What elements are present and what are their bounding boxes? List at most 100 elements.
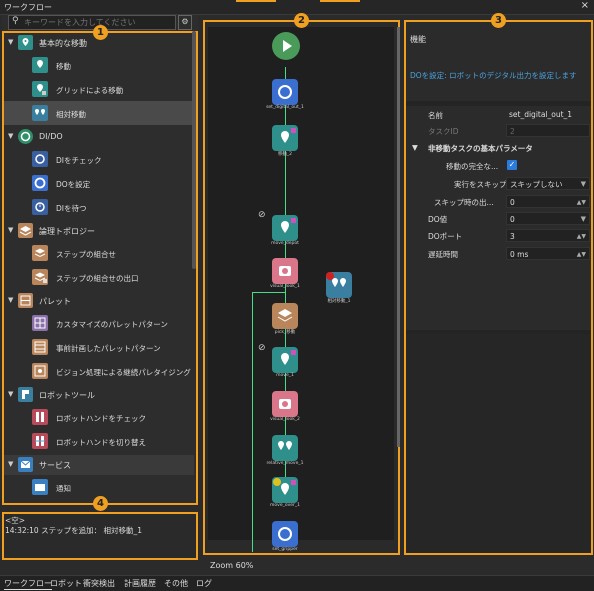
step-item-custom-pallet[interactable]: カスタマイズのパレットパターン [4, 311, 192, 335]
tab-plan-history[interactable]: 計画履歴 [124, 578, 156, 589]
spin-arrows-icon[interactable]: ▲▼ [577, 230, 586, 243]
spin-arrows-icon[interactable]: ▲▼ [577, 196, 586, 209]
flow-connector-loop [252, 292, 286, 293]
link-icon: ⊘ [258, 343, 266, 353]
category-label: サービス [39, 461, 71, 470]
row-skip-execution: 実行をスキップ スキップしない ▼ [406, 177, 591, 192]
category-robot-tools[interactable]: ▼ ロボットツール [4, 385, 194, 405]
category-pallet[interactable]: ▼ パレット [4, 291, 194, 311]
row-section[interactable]: ▼ 非移動タスクの基本パラメータ [406, 141, 591, 156]
log-line: 14:32:10 ステップを追加： 相対移動_1 [5, 526, 142, 535]
window-titlebar: ワークフロー × [0, 0, 594, 15]
step-item-wait-di[interactable]: DIを待つ [4, 195, 192, 219]
row-task-id: タスクID 2 [406, 124, 591, 139]
node-label: 移動_2 [277, 152, 293, 157]
step-item-move[interactable]: 移動 [4, 53, 192, 77]
category-logic-topology[interactable]: ▼ 論理トポロジー [4, 221, 194, 241]
step-item-label: ロボットハンドを切り替え [56, 438, 146, 447]
io-circle-icon [18, 129, 33, 144]
close-icon[interactable]: × [581, 0, 589, 11]
step-item-preplanned-pallet[interactable]: 事前計画したパレットパターン [4, 335, 192, 359]
annotation-badge-3: 3 [491, 13, 506, 28]
category-service[interactable]: ▼ サービス [4, 455, 194, 475]
filter-settings-button[interactable]: ⚙ [178, 15, 192, 30]
workflow-node-move-depot[interactable] [272, 215, 298, 241]
delay-spinbox[interactable]: 0 ms ▲▼ [506, 247, 590, 260]
field-label: スキップ時の出... [434, 198, 494, 207]
tab-log[interactable]: ログ [196, 578, 212, 589]
do-value-select[interactable]: 0 ▼ [506, 212, 590, 225]
workflow-node-set-gripper[interactable] [272, 521, 298, 547]
workflow-node-pick[interactable] [272, 303, 298, 329]
canvas-scrollbar[interactable] [397, 27, 400, 447]
row-move-complete: 移動の完全な... ✓ [406, 159, 591, 174]
bottom-tab-bar: ワークフロー ロボット 衝突検出 計画履歴 その他 ログ [0, 575, 594, 591]
step-item-relative-move[interactable]: 相対移動 [4, 101, 192, 125]
workflow-node-move-1[interactable] [272, 347, 298, 373]
node-label: pick_移動 [274, 330, 296, 335]
tab-other[interactable]: その他 [164, 578, 188, 589]
workflow-node-visual-look[interactable] [272, 258, 298, 284]
step-item-switch-hand[interactable]: ロボットハンドを切り替え [4, 429, 192, 453]
node-label: set_digital_out_1 [266, 105, 304, 110]
node-label: 相対移動_1 [327, 299, 351, 304]
annotation-badge-2: 2 [294, 13, 309, 28]
workflow-node-set-do[interactable] [272, 79, 298, 105]
expand-arrow-icon[interactable]: ▼ [8, 390, 13, 398]
do-port-spinbox[interactable]: 3 ▲▼ [506, 229, 590, 242]
expand-arrow-icon[interactable]: ▼ [8, 226, 13, 234]
search-box[interactable]: ⚲ [8, 15, 176, 30]
category-dido[interactable]: ▼ DI/DO [4, 127, 194, 147]
chevron-down-icon: ▼ [580, 215, 586, 223]
category-label: DI/DO [39, 132, 63, 141]
notification-icon [32, 479, 48, 495]
field-label: 移動の完全な... [446, 162, 499, 171]
top-accent-right [320, 0, 360, 2]
expand-arrow-icon[interactable]: ▼ [8, 38, 13, 46]
step-item-check-hand[interactable]: ロボットハンドをチェック [4, 405, 192, 429]
section-arrow-icon[interactable]: ▼ [412, 143, 418, 152]
workflow-canvas[interactable]: set_digital_out_1 移動_2 ⊘ move_depot visu… [208, 27, 394, 552]
step-item-grid-move[interactable]: グリッドによる移動 [4, 77, 192, 101]
step-tree: ▼ 基本的な移動 移動 グリッドによる移動 相対移動 ▼ DI/DO DIをチェ… [2, 31, 198, 505]
expand-arrow-icon[interactable]: ▼ [8, 296, 13, 304]
tab-collision[interactable]: 衝突検出 [83, 578, 115, 589]
skip-exit-spinbox[interactable]: 0 ▲▼ [506, 195, 590, 208]
step-item-step-combo[interactable]: ステップの組合せ [4, 241, 192, 265]
step-item-set-do[interactable]: DOを設定 [4, 171, 192, 195]
layers-icon [32, 245, 48, 261]
start-node[interactable] [272, 32, 300, 60]
workflow-node-relative-move[interactable] [326, 272, 352, 298]
properties-panel: 機能 DOを設定: ロボットのデジタル出力を設定します 名前 set_digit… [404, 20, 593, 555]
step-item-step-combo-exit[interactable]: ステップの組合せの出口 [4, 265, 192, 289]
workflow-node-move[interactable] [272, 125, 298, 151]
task-id-field: 2 [506, 124, 590, 137]
field-label: 遅延時間 [428, 250, 458, 259]
step-item-check-di[interactable]: DIをチェック [4, 147, 192, 171]
tree-scrollbar[interactable] [192, 31, 196, 269]
row-name: 名前 set_digital_out_1 [406, 108, 591, 123]
skip-select[interactable]: スキップしない ▼ [506, 177, 590, 190]
move-complete-checkbox[interactable]: ✓ [507, 160, 517, 170]
robot-tool-icon [18, 387, 33, 402]
step-item-label: 通知 [56, 484, 71, 493]
workflow-node-relative-move-2[interactable] [272, 435, 298, 461]
row-skip-exit: スキップ時の出... 0 ▲▼ [406, 195, 591, 210]
vision-pallet-icon [32, 363, 48, 379]
field-label: DOポート [428, 232, 463, 241]
layers-exit-icon [32, 269, 48, 285]
expand-arrow-icon[interactable]: ▼ [8, 460, 13, 468]
tab-robot[interactable]: ロボット [50, 578, 82, 589]
row-do-value: DO値 0 ▼ [406, 212, 591, 227]
workflow-node-move-over[interactable] [272, 477, 298, 503]
tab-workflow[interactable]: ワークフロー [4, 578, 52, 590]
step-item-vision-pallet[interactable]: ビジョン処理による継続パレタイジング [4, 359, 192, 383]
expand-arrow-icon[interactable]: ▼ [8, 132, 13, 140]
function-description: DOを設定: ロボットのデジタル出力を設定します [410, 71, 577, 80]
category-label: 基本的な移動 [39, 39, 87, 48]
spin-arrows-icon[interactable]: ▲▼ [577, 248, 586, 261]
splitter[interactable] [406, 101, 591, 106]
row-do-port: DOポート 3 ▲▼ [406, 229, 591, 244]
name-field[interactable]: set_digital_out_1 [506, 108, 590, 121]
workflow-node-visual-look-2[interactable] [272, 391, 298, 417]
